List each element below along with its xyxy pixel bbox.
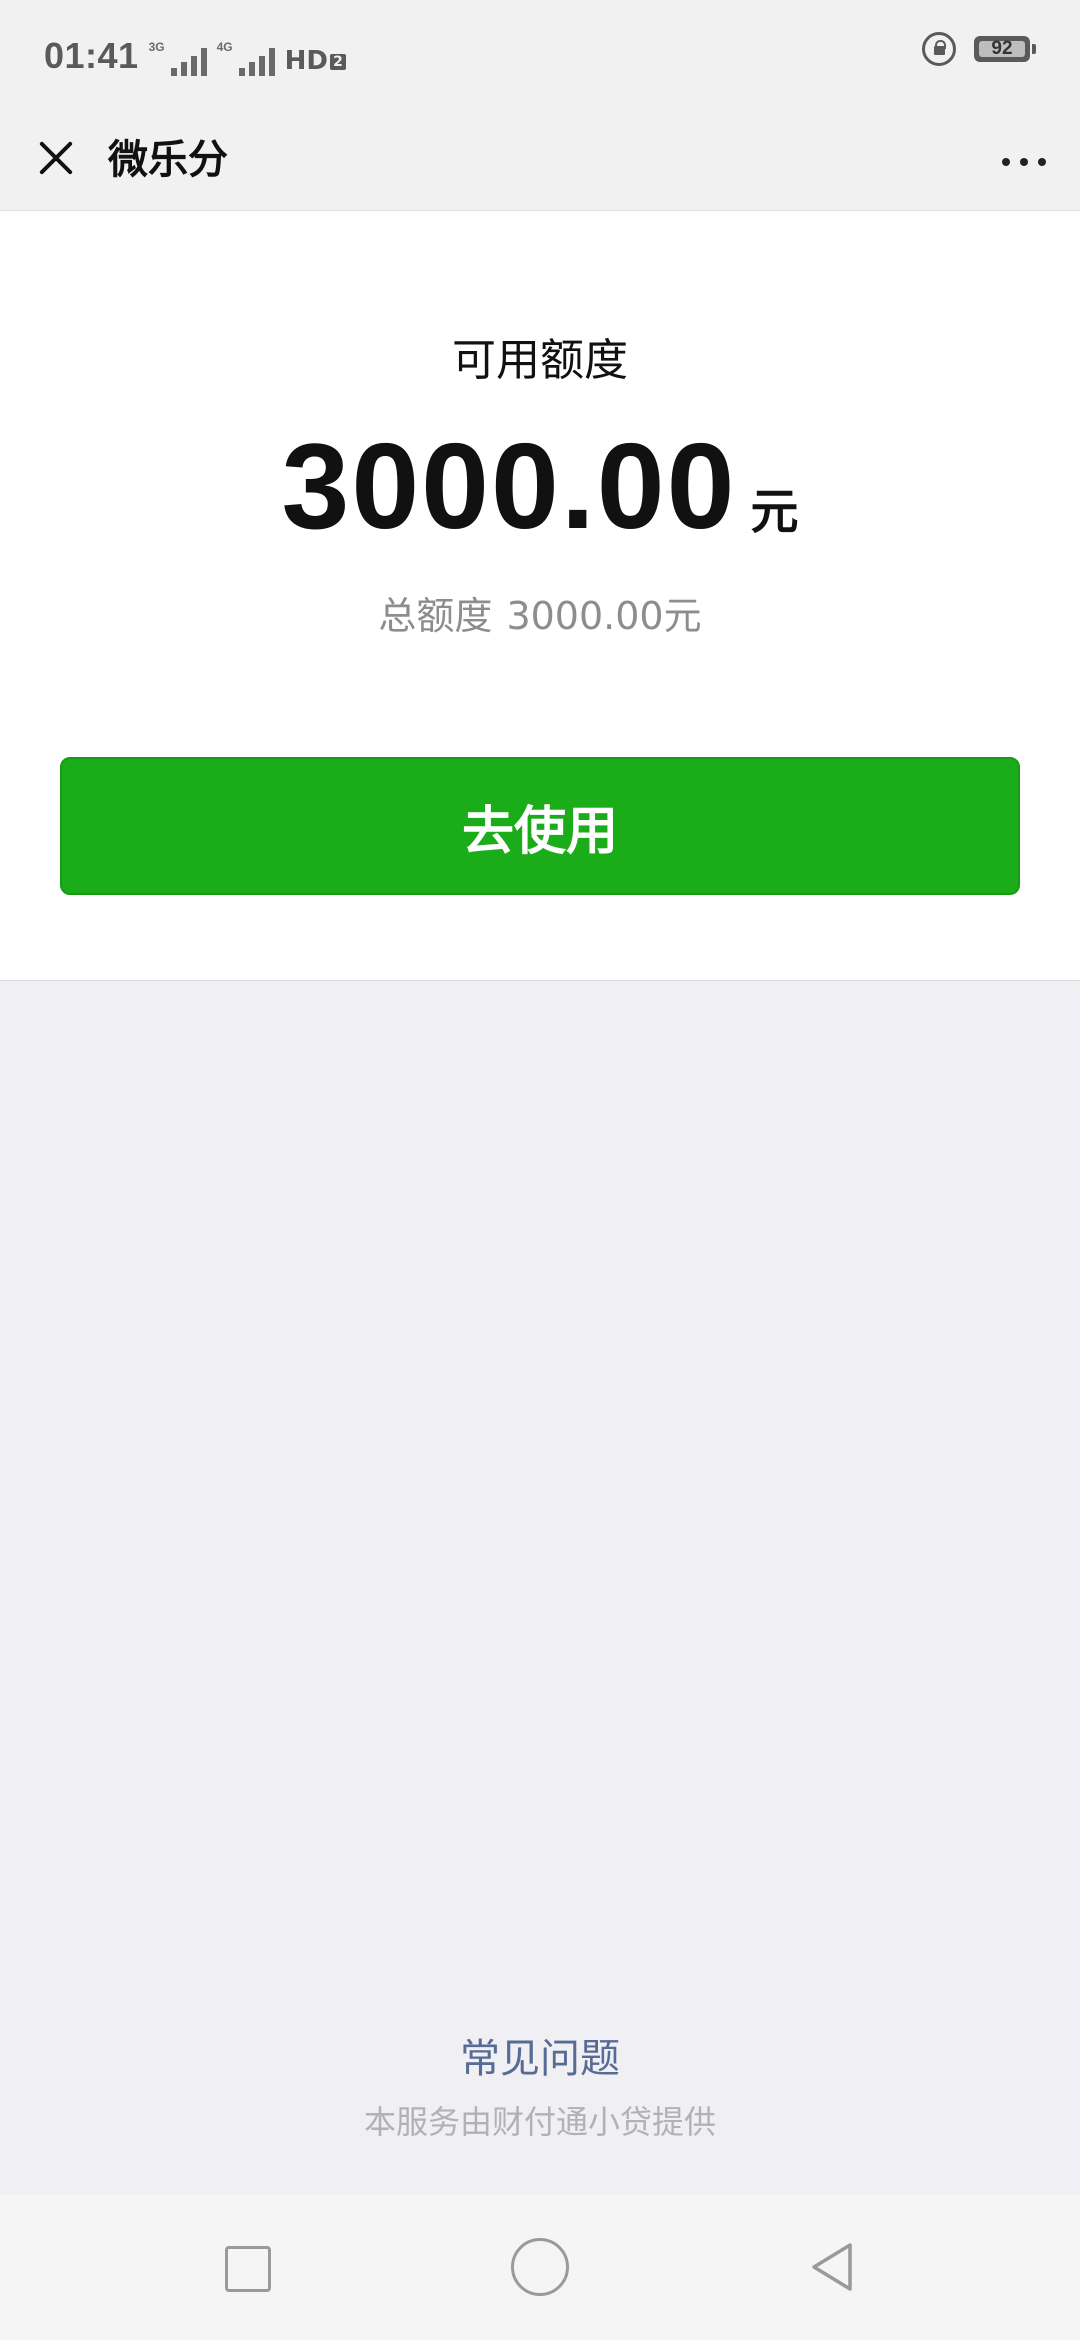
hd-call-icon: HD 2 xyxy=(285,31,346,81)
battery-icon: 92 xyxy=(974,36,1036,62)
total-credit-amount: 3000.00元 xyxy=(506,594,702,638)
total-credit-row: 总额度 3000.00元 xyxy=(0,586,1080,646)
amount-unit: 元 xyxy=(750,484,799,540)
faq-link[interactable]: 常见问题 xyxy=(0,2030,1080,2088)
nav-bar: 微乐分 xyxy=(0,110,1080,211)
available-credit-label: 可用额度 xyxy=(452,335,628,386)
status-bar: 01:41 3G 4G HD 2 92 xyxy=(0,0,1080,110)
recent-apps-icon[interactable] xyxy=(204,2225,288,2309)
signal-icon: 4G xyxy=(217,36,275,76)
signal-icon: 3G xyxy=(149,36,207,76)
rotation-lock-icon xyxy=(922,32,956,66)
home-icon[interactable] xyxy=(498,2225,582,2309)
provider-note: 本服务由财付通小贷提供 xyxy=(363,2103,716,2141)
status-right: 92 xyxy=(922,32,1036,66)
status-time: 01:41 xyxy=(44,35,139,76)
total-credit-label: 总额度 xyxy=(378,594,493,638)
signal-type-label: 4G xyxy=(216,40,233,54)
system-nav-bar xyxy=(0,2195,1080,2340)
close-icon[interactable] xyxy=(26,128,86,188)
more-icon[interactable] xyxy=(996,134,1052,190)
hd-sub-label: 2 xyxy=(329,54,346,70)
use-button[interactable]: 去使用 xyxy=(60,757,1020,895)
hd-label: HD xyxy=(284,46,328,76)
battery-level: 92 xyxy=(991,38,1013,59)
available-amount-row: 3000.00 元 xyxy=(0,411,1080,561)
signal-type-label: 3G xyxy=(148,40,165,54)
page-title: 微乐分 xyxy=(108,137,228,183)
back-icon[interactable] xyxy=(792,2225,876,2309)
status-left: 01:41 3G 4G HD 2 xyxy=(44,30,346,82)
credit-card: 可用额度 3000.00 元 总额度 3000.00元 去使用 xyxy=(0,211,1080,981)
available-amount: 3000.00 xyxy=(281,418,737,554)
